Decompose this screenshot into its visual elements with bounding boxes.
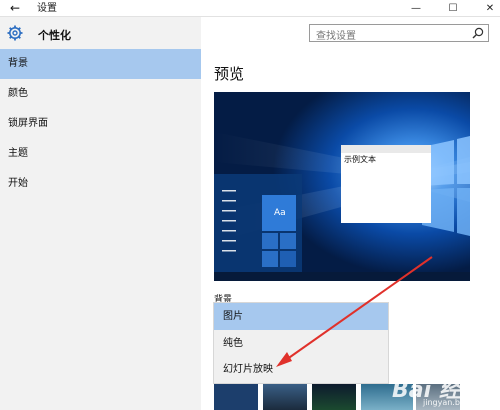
annotation-arrow xyxy=(276,256,433,367)
